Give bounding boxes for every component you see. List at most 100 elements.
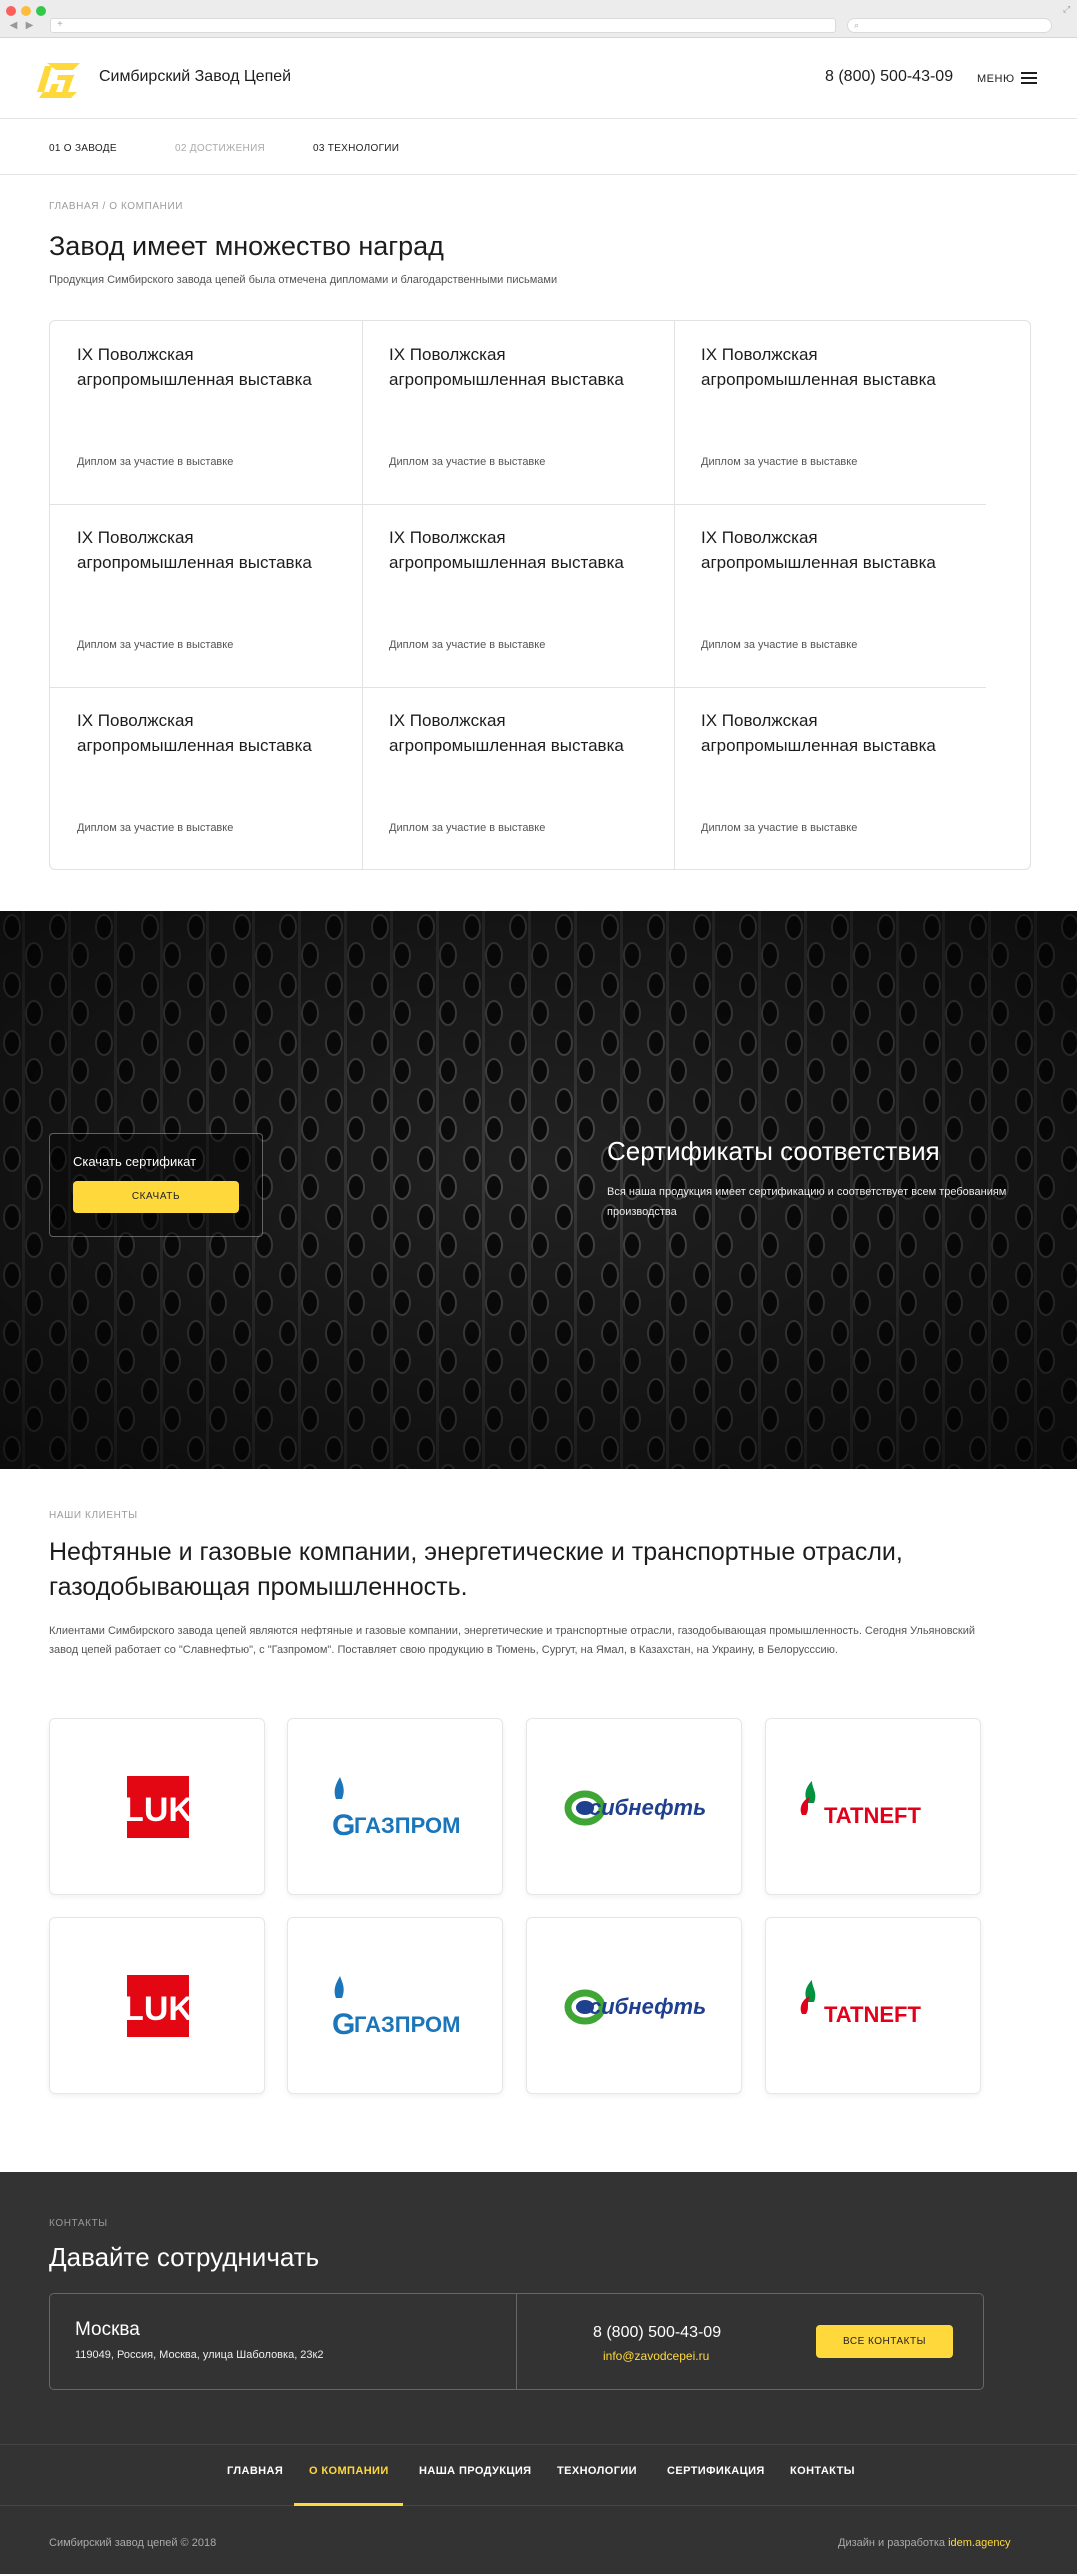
contact-phone[interactable]: 8 (800) 500-43-09 [593,2324,721,2342]
award-desc: Диплом за участие в выставке [77,639,234,651]
certificates-text: Вся наша продукция имеет сертификацию и … [607,1186,1007,1218]
forward-icon[interactable]: ▶ [22,19,37,32]
client-card-sibneft[interactable]: сибнефть [526,1917,742,2094]
credit-link[interactable]: idem.agency [948,2537,1010,2549]
footer-nav-technologies[interactable]: ТЕХНОЛОГИИ [557,2465,637,2477]
award-desc: Диплом за участие в выставке [701,456,858,468]
new-tab-icon[interactable]: + [57,19,63,30]
browser-search-input[interactable]: ⌕ [847,18,1052,33]
contacts-label: КОНТАКТЫ [49,2218,108,2229]
clients-text: Клиентами Симбирского завода цепей являю… [49,1625,976,1656]
award-card[interactable]: IX Поволжская агропромышленная выставка Д… [50,687,362,870]
certificates-banner: Скачать сертификат СКАЧАТЬ Сертификаты с… [0,911,1077,1469]
awards-title: Завод имеет множество наград [49,231,444,261]
award-card[interactable]: IX Поволжская агропромышленная выставка Д… [50,321,362,504]
award-title: IX Поволжская агропромышленная выставка [77,711,312,755]
sibneft-logo-icon: сибнефть [564,1989,706,2025]
footer: КОНТАКТЫ Давайте сотрудничать Москва 119… [0,2172,1077,2574]
gazprom-logo-icon: GГАЗПРОМ [332,1976,460,2041]
search-icon: ⌕ [854,20,860,30]
award-title: IX Поволжская агропромышленная выставка [77,528,312,572]
footer-nav-about[interactable]: О КОМПАНИИ [309,2465,389,2477]
menu-label[interactable]: МЕНЮ [977,73,1015,85]
awards-subtitle: Продукция Симбирского завода цепей была … [49,274,558,286]
svg-text:G: G [332,1809,355,1842]
brand-name[interactable]: Симбирский Завод Цепей [99,68,291,86]
lukoil-logo-icon: LUK [123,1776,193,1838]
footer-nav-home[interactable]: ГЛАВНАЯ [227,2465,283,2477]
client-card-tatneft[interactable]: TATNEFT [765,1917,981,2094]
developer-credit: Дизайн и разработка idem.agency [838,2537,1010,2549]
hamburger-menu-icon[interactable] [1021,72,1037,84]
contact-email-link[interactable]: info@zavodcepei.ru [603,2349,709,2363]
logo-text: сибнефть [589,1994,706,2019]
award-title: IX Поволжская агропромышленная выставка [701,528,936,572]
award-card[interactable]: IX Поволжская агропромышленная выставка Д… [362,687,674,870]
footer-nav-products[interactable]: НАША ПРОДУКЦИЯ [419,2465,531,2477]
breadcrumb[interactable]: ГЛАВНАЯ / О КОМПАНИИ [49,201,183,212]
section-tabs: 01 О ЗАВОДЕ 02 ДОСТИЖЕНИЯ 03 ТЕХНОЛОГИИ [0,119,1077,175]
copyright: Симбирский завод цепей © 2018 [49,2537,217,2549]
award-title: IX Поволжская агропромышленная выставка [389,345,624,389]
maximize-window-icon[interactable] [36,6,46,16]
contacts-title: Давайте сотрудничать [49,2242,320,2272]
download-certificate-label: Скачать сертификат [73,1154,197,1169]
client-card-tatneft[interactable]: TATNEFT [765,1718,981,1895]
client-card-lukoil[interactable]: LUK [49,1917,265,2094]
award-desc: Диплом за участие в выставке [77,456,234,468]
award-title: IX Поволжская агропромышленная выставка [701,711,936,755]
logo-text: сибнефть [589,1795,706,1820]
tatneft-logo-icon: TATNEFT [800,1781,921,1828]
client-card-gazprom[interactable]: G ГАЗПРОМ [287,1718,503,1895]
logo-text: TATNEFT [824,1803,921,1828]
award-desc: Диплом за участие в выставке [701,639,858,651]
award-card[interactable]: IX Поволжская агропромышленная выставка Д… [362,504,674,687]
footer-nav-certification[interactable]: СЕРТИФИКАЦИЯ [667,2465,765,2477]
client-card-lukoil[interactable]: LUK [49,1718,265,1895]
clients-label: НАШИ КЛИЕНТЫ [49,1510,138,1521]
award-card[interactable]: IX Поволжская агропромышленная выставка Д… [674,321,986,504]
address-bar[interactable]: + [50,18,836,33]
clients-title: Нефтяные и газовые компании, энергетичес… [49,1538,903,1601]
logo-text: TATNEFT [824,2002,921,2027]
award-card[interactable]: IX Поволжская агропромышленная выставка Д… [50,504,362,687]
award-card[interactable]: IX Поволжская агропромышленная выставка Д… [674,504,986,687]
tatneft-logo-icon: TATNEFT [800,1980,921,2027]
client-card-gazprom[interactable]: G ГАЗПРОМ [287,1917,503,2094]
award-title: IX Поволжская агропромышленная выставка [701,345,936,389]
minimize-window-icon[interactable] [21,6,31,16]
header-phone[interactable]: 8 (800) 500-43-09 [825,68,953,86]
company-logo-icon[interactable] [37,62,81,99]
certificates-title: Сертификаты соответствия [607,1136,940,1166]
site-header: Симбирский Завод Цепей 8 (800) 500-43-09… [0,39,1077,119]
award-desc: Диплом за участие в выставке [389,822,546,834]
contact-address: 119049, Россия, Москва, улица Шаболовка,… [75,2349,324,2361]
download-button[interactable]: СКАЧАТЬ [73,1181,239,1213]
fullscreen-icon[interactable]: ⤢ [1063,4,1070,15]
client-card-sibneft[interactable]: сибнефть [526,1718,742,1895]
tab-technologies[interactable]: 03 ТЕХНОЛОГИИ [313,143,399,154]
award-title: IX Поволжская агропромышленная выставка [389,711,624,755]
footer-nav-contacts[interactable]: КОНТАКТЫ [790,2465,855,2477]
back-icon[interactable]: ◀ [6,19,21,32]
download-certificate-box: Скачать сертификат СКАЧАТЬ [49,1133,263,1237]
award-card[interactable]: IX Поволжская агропромышленная выставка Д… [674,687,986,870]
contact-city: Москва [75,2319,140,2340]
award-desc: Диплом за участие в выставке [701,822,858,834]
footer-nav: ГЛАВНАЯ О КОМПАНИИ НАША ПРОДУКЦИЯ ТЕХНОЛ… [0,2444,1077,2506]
close-window-icon[interactable] [6,6,16,16]
logo-text: ГАЗПРОМ [354,1813,460,1838]
award-desc: Диплом за участие в выставке [389,456,546,468]
tab-about[interactable]: 01 О ЗАВОДЕ [49,143,117,154]
logo-text: ГАЗПРОМ [354,2012,460,2037]
awards-grid: IX Поволжская агропромышленная выставка Д… [49,320,1031,870]
sibneft-logo-icon: сибнефть [564,1790,706,1826]
browser-chrome: ◀ ▶ + ⌕ ⤢ [0,0,1077,38]
award-title: IX Поволжская агропромышленная выставка [77,345,312,389]
tab-achievements[interactable]: 02 ДОСТИЖЕНИЯ [175,143,265,154]
award-card[interactable]: IX Поволжская агропромышленная выставка Д… [362,321,674,504]
contacts-box: Москва 119049, Россия, Москва, улица Шаб… [49,2293,984,2390]
all-contacts-button[interactable]: ВСЕ КОНТАКТЫ [816,2325,953,2358]
logo-text: LUK [123,1990,193,2028]
award-desc: Диплом за участие в выставке [389,639,546,651]
